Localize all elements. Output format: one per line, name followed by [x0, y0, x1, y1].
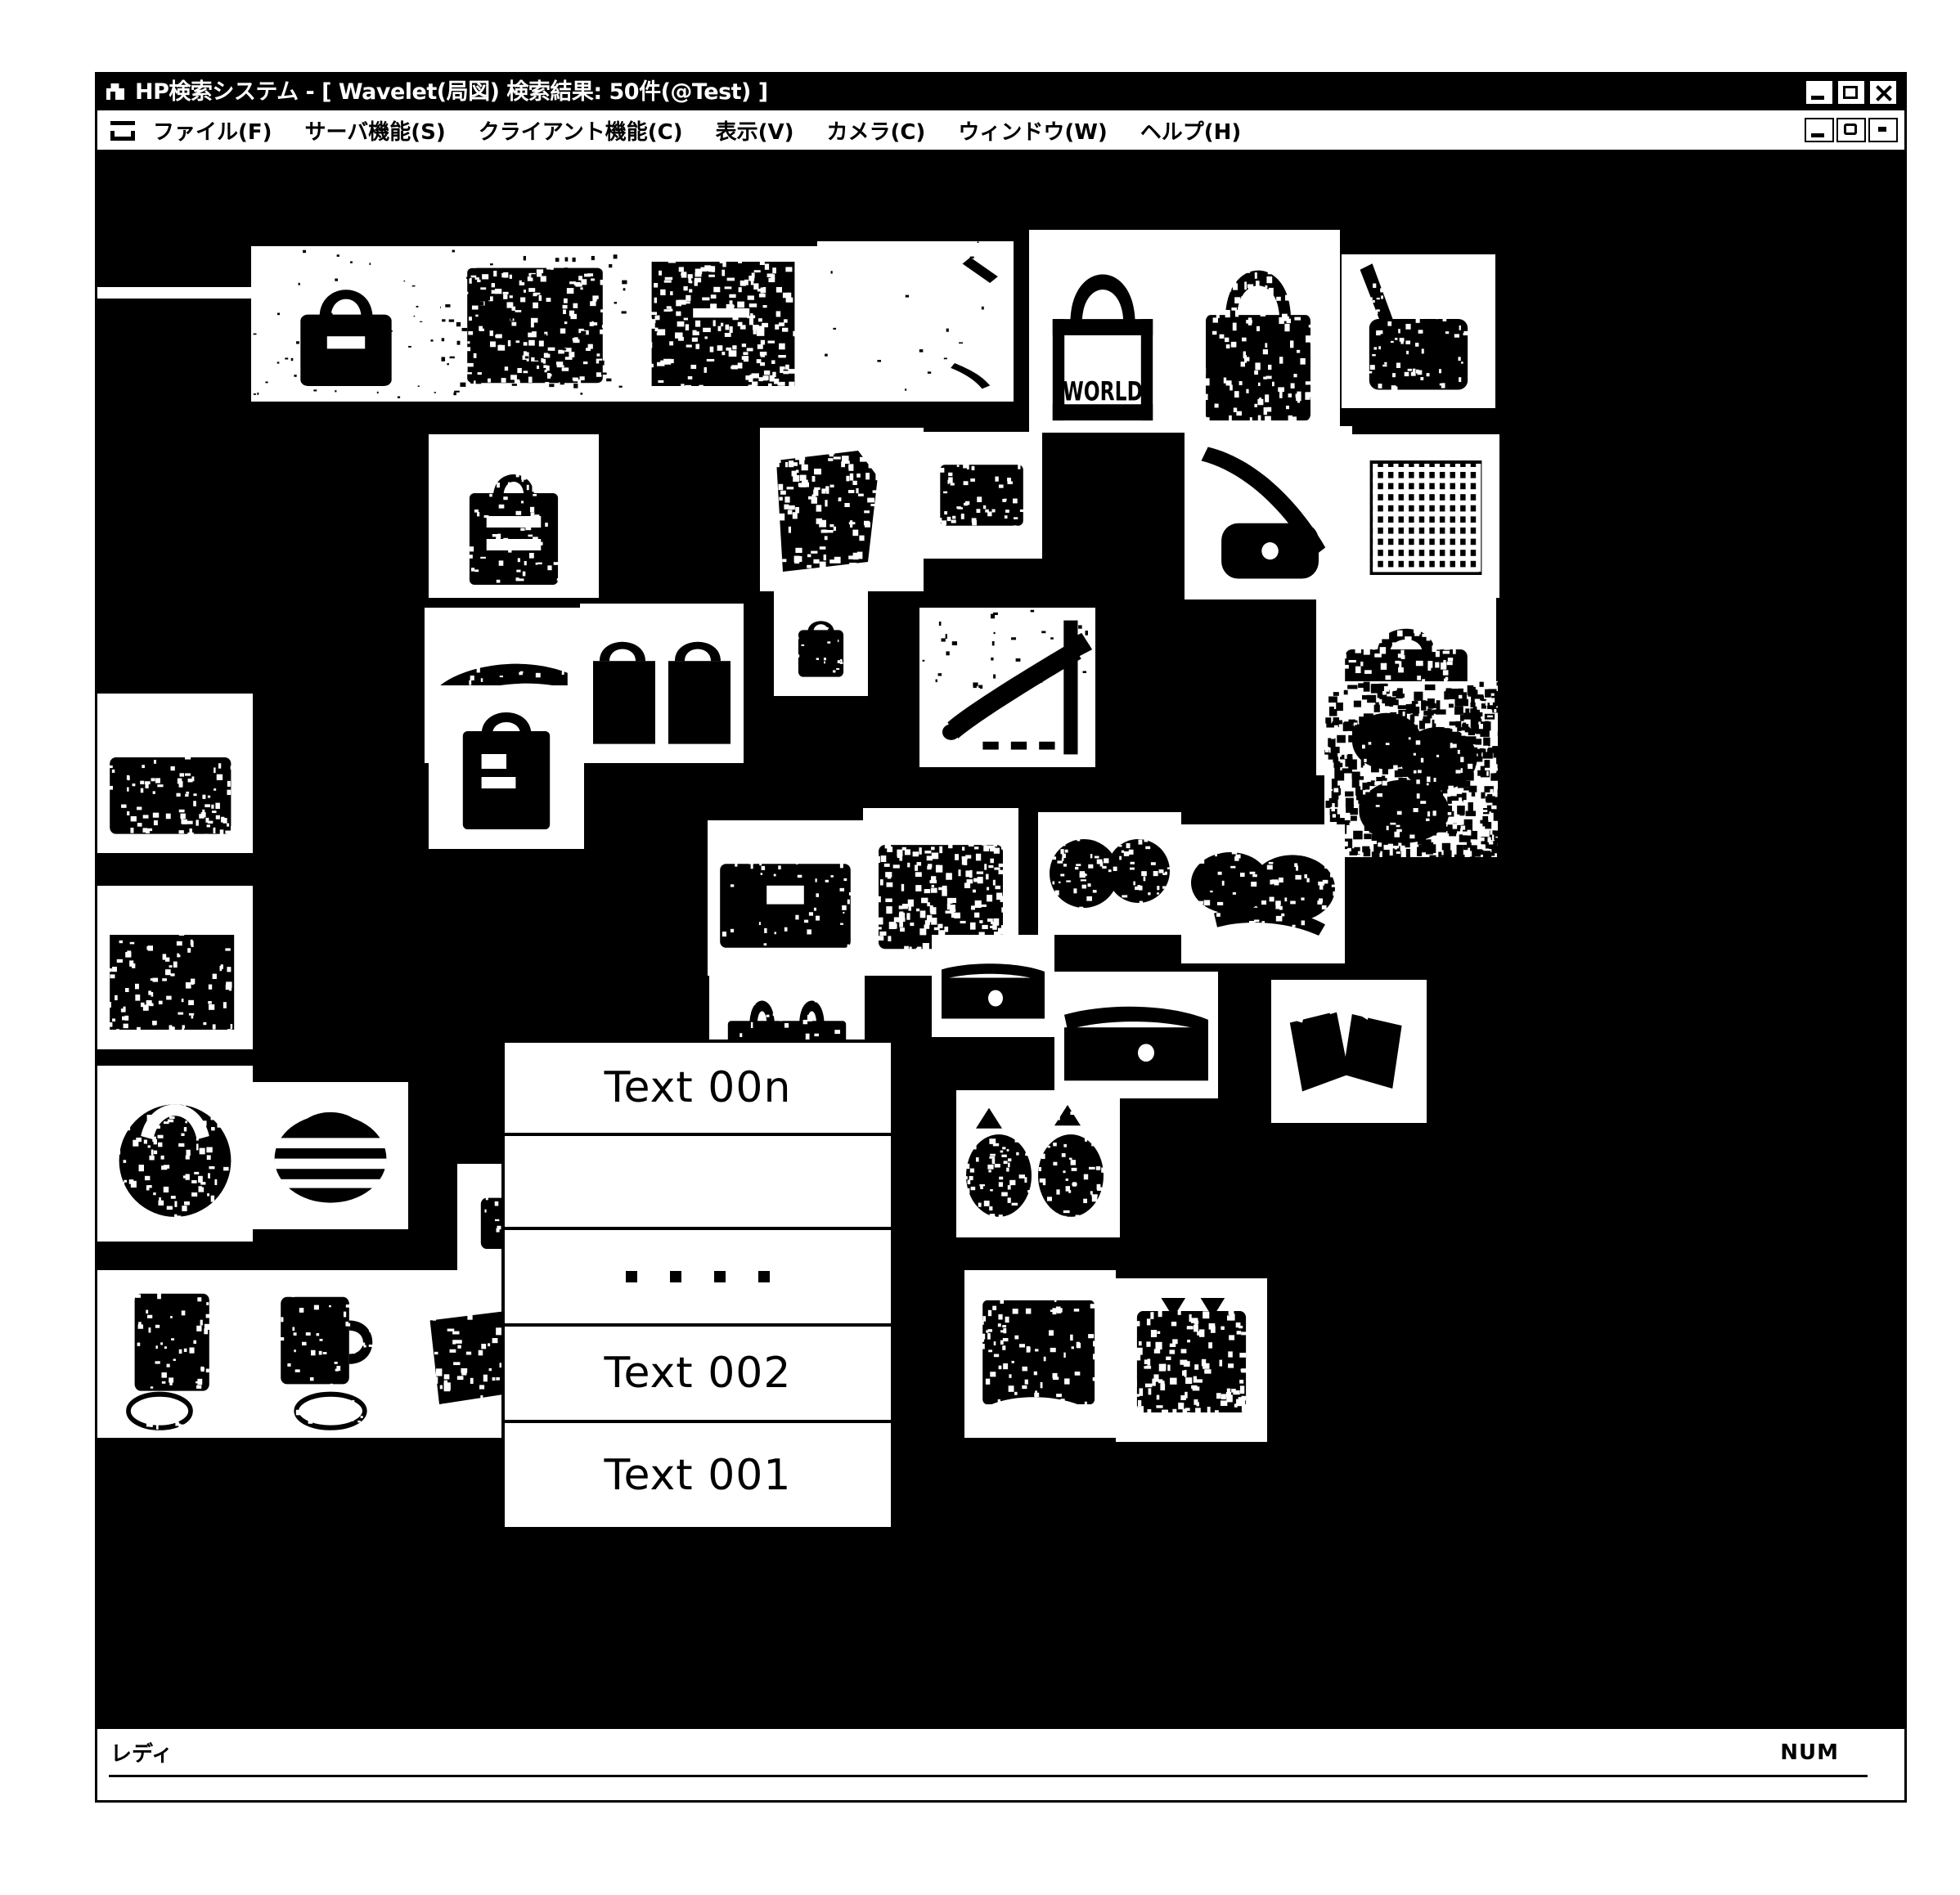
list-row-text-001[interactable]: Text 001	[505, 1423, 891, 1527]
menu-file[interactable]: ファイル(F)	[153, 115, 272, 146]
result-thumbnail[interactable]	[924, 432, 1042, 559]
result-thumbnail[interactable]	[1116, 1278, 1267, 1442]
svg-text:WORLD: WORLD	[1063, 376, 1143, 407]
close-button[interactable]	[1868, 79, 1898, 106]
result-thumbnail[interactable]	[760, 428, 924, 591]
result-thumbnail[interactable]	[956, 1090, 1120, 1237]
result-thumbnail[interactable]	[441, 246, 629, 402]
result-thumbnail[interactable]	[97, 1066, 253, 1242]
screenshot-root: HP検索システム - [ Wavelet(局図) 検索結果: 50件(@Test…	[0, 0, 1960, 1895]
statusbar-divider	[109, 1775, 1868, 1777]
result-thumbnail[interactable]	[774, 590, 868, 696]
application-window: HP検索システム - [ Wavelet(局図) 検索結果: 50件(@Test…	[95, 72, 1907, 1803]
result-thumbnail[interactable]	[932, 935, 1054, 1037]
result-thumbnail[interactable]	[253, 1270, 408, 1438]
menu-server[interactable]: サーバ機能(S)	[305, 115, 446, 146]
result-thumbnail[interactable]	[97, 886, 253, 1049]
result-thumbnail[interactable]	[253, 1082, 408, 1229]
menu-view[interactable]: 表示(V)	[716, 115, 794, 146]
result-thumbnail[interactable]	[1176, 230, 1340, 433]
result-thumbnail[interactable]	[629, 246, 817, 402]
result-thumbnail[interactable]	[919, 608, 1095, 767]
mdi-window-controls	[1805, 118, 1904, 142]
result-thumbnail[interactable]	[429, 685, 584, 849]
list-row-label: Text 00n	[604, 1063, 792, 1112]
result-thumbnail[interactable]	[1054, 972, 1218, 1098]
mdi-system-menu-icon[interactable]	[110, 119, 140, 141]
result-thumbnail[interactable]: WORLD	[1029, 230, 1176, 433]
menu-client[interactable]: クライアント機能(C)	[479, 115, 683, 146]
window-controls	[1805, 79, 1898, 106]
list-row-text-002[interactable]: Text 002	[505, 1327, 891, 1423]
menu-help[interactable]: ヘルプ(H)	[1140, 115, 1242, 146]
result-thumbnail[interactable]	[1271, 980, 1427, 1123]
result-thumbnail[interactable]	[1352, 434, 1499, 598]
scan-artifact-strip	[97, 287, 251, 299]
list-row-label: Text 002	[604, 1349, 792, 1398]
statusbar: レディ NUM	[97, 1727, 1904, 1800]
minimize-button[interactable]	[1805, 79, 1834, 106]
num-lock-indicator: NUM	[1780, 1740, 1839, 1765]
result-thumbnail[interactable]	[1185, 426, 1352, 599]
list-row-blank[interactable]	[505, 1136, 891, 1230]
result-thumbnail[interactable]	[964, 1270, 1116, 1438]
titlebar[interactable]: HP検索システム - [ Wavelet(局図) 検索結果: 50件(@Test…	[97, 74, 1904, 110]
mdi-restore-button[interactable]	[1836, 118, 1866, 142]
menu-camera[interactable]: カメラ(C)	[826, 115, 925, 146]
result-thumbnail[interactable]	[1324, 681, 1498, 857]
status-message: レディ	[110, 1742, 173, 1767]
result-thumbnail[interactable]	[97, 1270, 253, 1438]
result-thumbnail[interactable]	[1181, 824, 1345, 963]
result-thumbnail[interactable]	[708, 820, 863, 976]
result-text-list[interactable]: Text 00n Text 002 Text 001	[501, 1040, 894, 1530]
result-thumbnail[interactable]	[580, 604, 744, 763]
result-thumbnail[interactable]	[1342, 254, 1495, 408]
list-row-label: Text 001	[604, 1450, 792, 1500]
list-row-text-00n[interactable]: Text 00n	[505, 1043, 891, 1136]
result-thumbnail[interactable]	[251, 246, 441, 402]
result-thumbnail[interactable]	[97, 694, 253, 853]
result-thumbnail[interactable]	[817, 241, 1014, 402]
maximize-button[interactable]	[1836, 79, 1866, 106]
mdi-minimize-button[interactable]	[1805, 118, 1834, 142]
result-thumbnail[interactable]	[1038, 812, 1181, 935]
list-row-ellipsis[interactable]	[505, 1230, 891, 1327]
result-thumbnail[interactable]	[429, 434, 599, 598]
menubar: ファイル(F) サーバ機能(S) クライアント機能(C) 表示(V) カメラ(C…	[97, 110, 1904, 150]
window-title: HP検索システム - [ Wavelet(局図) 検索結果: 50件(@Test…	[135, 79, 768, 105]
search-results-canvas[interactable]: WORLD Text 00n Text 002 Text 001	[97, 150, 1904, 1727]
ellipsis-icon	[626, 1271, 770, 1282]
app-icon	[104, 81, 128, 104]
mdi-close-button[interactable]	[1868, 118, 1898, 142]
menu-window[interactable]: ウィンドウ(W)	[958, 115, 1107, 146]
